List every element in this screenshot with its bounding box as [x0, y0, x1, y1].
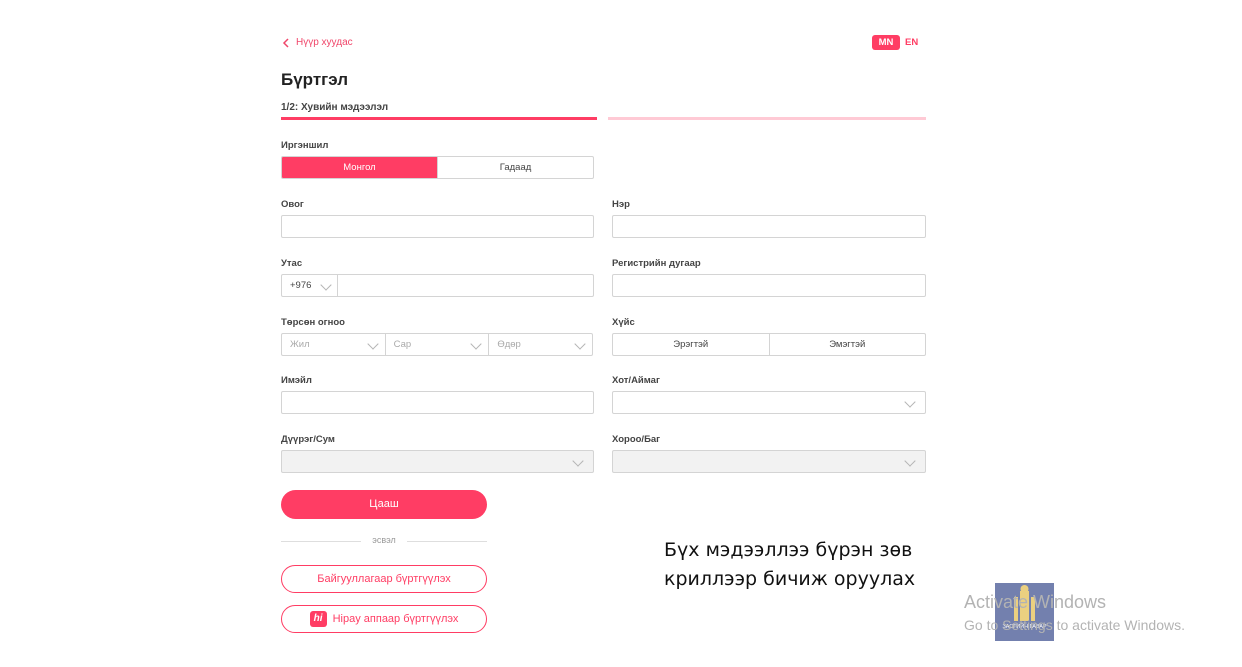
citizenship-label: Иргэншил [281, 140, 329, 151]
gender-toggle: Эрэгтэй Эмэгтэй [612, 333, 926, 356]
progress-step-2 [608, 117, 926, 120]
phone-code-select[interactable]: +976 [282, 275, 338, 296]
back-label: Нүүр хуудас [296, 37, 353, 48]
chevron-down-icon [572, 455, 584, 467]
next-button[interactable]: Цааш [281, 490, 487, 519]
birth-month-select[interactable]: Сар [384, 334, 489, 355]
chevron-down-icon [574, 338, 586, 350]
progress-step-1 [281, 117, 597, 120]
chevron-left-icon [282, 37, 289, 48]
activate-windows-subtitle: Go to Settings to activate Windows. [964, 617, 1185, 633]
page-title: Бүртгэл [281, 70, 349, 89]
district-select[interactable] [281, 450, 594, 473]
email-input[interactable] [281, 391, 594, 414]
birthdate-label: Төрсөн огноо [281, 317, 345, 328]
lang-mn-button[interactable]: MN [872, 35, 900, 50]
name-input[interactable] [612, 215, 926, 238]
surname-label: Овог [281, 199, 304, 210]
org-register-button[interactable]: Байгууллагаар бүртгүүлэх [281, 565, 487, 593]
district-label: Дүүрэг/Сум [281, 434, 335, 445]
divider-left [281, 541, 361, 542]
chevron-down-icon [320, 279, 332, 291]
citizenship-foreign[interactable]: Гадаад [437, 157, 593, 178]
citizenship-mongol[interactable]: Монгол [282, 157, 437, 178]
phone-field: +976 [281, 274, 594, 297]
lang-en-button[interactable]: EN [905, 35, 918, 50]
email-label: Имэйл [281, 375, 312, 386]
step-label: 1/2: Хувийн мэдээлэл [281, 102, 389, 113]
activate-windows-title: Activate Windows [964, 592, 1107, 612]
khoroo-select[interactable] [612, 450, 926, 473]
chevron-down-icon [367, 338, 379, 350]
phone-code-value: +976 [290, 280, 312, 291]
surname-input[interactable] [281, 215, 594, 238]
or-label: эсвэл [372, 535, 396, 545]
birth-year-placeholder: Жил [290, 339, 310, 350]
gender-female[interactable]: Эмэгтэй [768, 334, 926, 355]
chevron-down-icon [470, 338, 483, 350]
chevron-down-icon [904, 396, 916, 408]
name-label: Нэр [612, 199, 630, 210]
birth-month-placeholder: Сар [393, 339, 412, 350]
phone-input[interactable] [338, 275, 593, 296]
phone-label: Утас [281, 258, 303, 269]
birth-year-select[interactable]: Жил [282, 334, 385, 355]
note-line-1: Бүх мэдээллээ бүрэн зөв [664, 539, 913, 561]
note-line-2: криллээр бичиж оруулах [664, 568, 916, 590]
hipay-logo-icon: hi [309, 611, 327, 627]
hipay-register-label: Hipay аппаар бүртгүүлэх [332, 613, 459, 625]
back-link[interactable]: Нүүр хуудас [282, 37, 353, 48]
city-select[interactable] [612, 391, 926, 414]
birth-day-select[interactable]: Өдөр [488, 334, 592, 355]
hipay-register-button[interactable]: hi Hipay аппаар бүртгүүлэх [281, 605, 487, 633]
citizenship-toggle: Монгол Гадаад [281, 156, 594, 179]
register-label: Регистрийн дугаар [612, 258, 701, 269]
birth-day-placeholder: Өдөр [497, 339, 521, 350]
instruction-note: Бүх мэдээллээ бүрэн зөв криллээр бичиж о… [664, 536, 915, 594]
register-input[interactable] [612, 274, 926, 297]
divider-right [407, 541, 487, 542]
city-label: Хот/Аймаг [612, 375, 660, 386]
gender-label: Хүйс [612, 317, 635, 328]
chevron-down-icon [904, 455, 916, 467]
birthdate-field: Жил Сар Өдөр [281, 333, 593, 356]
khoroo-label: Хороо/Баг [612, 434, 661, 445]
org-register-label: Байгууллагаар бүртгүүлэх [317, 573, 451, 585]
gender-male[interactable]: Эрэгтэй [613, 334, 769, 355]
